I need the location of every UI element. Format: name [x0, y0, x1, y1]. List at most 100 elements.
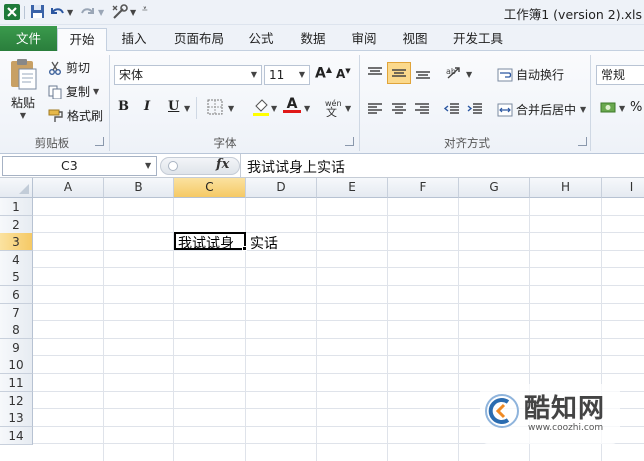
column-header-a[interactable]: A [33, 178, 104, 198]
row-header-9[interactable]: 9 [0, 339, 33, 357]
currency-format-icon[interactable] [600, 99, 616, 115]
tab-data[interactable]: 数据 [292, 28, 334, 51]
tab-page-layout[interactable]: 页面布局 [166, 28, 232, 51]
column-header-e[interactable]: E [317, 178, 388, 198]
alignment-dialog-launcher-icon[interactable] [578, 137, 587, 146]
column-header-f[interactable]: F [388, 178, 459, 198]
align-left-icon[interactable] [366, 101, 384, 117]
format-painter-button[interactable]: 格式刷 [48, 107, 103, 124]
align-right-icon[interactable] [413, 101, 431, 117]
copy-dropdown-icon[interactable]: ▼ [93, 87, 99, 96]
orientation-icon[interactable]: ab [445, 64, 465, 82]
font-color-icon[interactable]: A [283, 96, 301, 113]
redo-dropdown-icon[interactable]: ▼ [98, 8, 104, 17]
column-header-g[interactable]: G [459, 178, 530, 198]
macro-tools-icon[interactable] [111, 3, 129, 20]
row-header-3[interactable]: 3 [0, 233, 33, 251]
merge-dropdown-icon[interactable]: ▼ [580, 105, 586, 114]
copy-icon [48, 85, 62, 99]
align-bottom-icon[interactable] [414, 65, 432, 81]
insert-function-icon[interactable]: fx [216, 157, 229, 172]
currency-dropdown-icon[interactable]: ▼ [619, 104, 625, 113]
column-header-c[interactable]: C [174, 178, 246, 198]
row-header-2[interactable]: 2 [0, 216, 33, 234]
row-header-10[interactable]: 10 [0, 356, 33, 374]
formula-input[interactable]: 我试试身上实话 [247, 157, 345, 177]
tab-developer[interactable]: 开发工具 [446, 28, 510, 51]
row-header-13[interactable]: 13 [0, 409, 33, 427]
borders-dropdown-icon[interactable]: ▼ [228, 104, 234, 113]
italic-button[interactable]: I [144, 99, 150, 114]
name-box-dropdown-icon[interactable]: ▼ [145, 161, 151, 170]
font-dialog-launcher-icon[interactable] [345, 137, 354, 146]
column-header-b[interactable]: B [104, 178, 174, 198]
font-color-dropdown-icon[interactable]: ▼ [304, 104, 310, 113]
cut-button[interactable]: 剪切 [48, 59, 90, 76]
phonetic-dropdown-icon[interactable]: ▼ [345, 104, 351, 113]
phonetic-guide-icon[interactable]: wén 文 [324, 97, 344, 117]
save-icon[interactable] [30, 4, 45, 19]
fill-color-icon[interactable] [252, 97, 270, 117]
tab-view[interactable]: 视图 [394, 28, 436, 51]
increase-indent-icon[interactable] [466, 101, 484, 117]
orientation-dropdown-icon[interactable]: ▼ [466, 70, 472, 79]
wrap-text-button[interactable]: 自动换行 [497, 66, 564, 83]
paste-dropdown-icon[interactable]: ▼ [4, 111, 42, 120]
customize-quick-access-icon[interactable]: ⩡ [142, 4, 148, 15]
percent-icon[interactable]: % [630, 100, 642, 115]
fill-handle[interactable] [242, 246, 247, 251]
row-header-11[interactable]: 11 [0, 374, 33, 392]
number-format-select[interactable]: 常规 [596, 65, 644, 85]
tab-formulas[interactable]: 公式 [240, 28, 282, 51]
font-name-select[interactable]: 宋体 ▼ [114, 65, 262, 85]
font-size-dropdown-icon[interactable]: ▼ [299, 66, 305, 84]
column-header-h[interactable]: H [530, 178, 602, 198]
title-bar: ▼ ▼ ▼ ⩡ 工作簿1 (version 2).xls [0, 0, 644, 25]
column-header-i[interactable]: I [602, 178, 644, 198]
worksheet-grid[interactable]: ABCDEFGHI 1 2 3 4 5 6 7 8 9 10 11 12 13 14 我试试身 实话 酷知… [0, 178, 644, 461]
cell-c3-text: 我试试身 [178, 236, 234, 252]
align-center-icon[interactable] [390, 101, 408, 117]
paintbrush-icon [48, 109, 63, 122]
select-all-corner[interactable] [0, 178, 33, 198]
underline-button[interactable]: U [168, 99, 179, 114]
row-header-12[interactable]: 12 [0, 392, 33, 410]
borders-icon[interactable] [207, 99, 223, 115]
increase-font-size-icon[interactable]: A▲ [315, 65, 332, 82]
tab-review[interactable]: 审阅 [343, 28, 385, 51]
undo-icon[interactable] [49, 4, 65, 19]
tab-insert[interactable]: 插入 [112, 28, 156, 51]
merge-center-button[interactable]: 合并后居中 ▼ [497, 101, 586, 118]
tab-file[interactable]: 文件 [0, 26, 57, 51]
name-box[interactable]: C3 [2, 156, 157, 176]
paste-button[interactable]: 粘贴 ▼ [4, 55, 42, 120]
fill-color-dropdown-icon[interactable]: ▼ [271, 104, 277, 113]
font-size-select[interactable]: 11 ▼ [264, 65, 310, 85]
wrap-text-icon [497, 68, 513, 81]
row-header-1[interactable]: 1 [0, 198, 33, 216]
clipboard-dialog-launcher-icon[interactable] [95, 137, 104, 146]
align-middle-icon[interactable] [387, 62, 411, 84]
row-header-5[interactable]: 5 [0, 268, 33, 286]
tab-home[interactable]: 开始 [57, 28, 107, 52]
row-header-14[interactable]: 14 [0, 427, 33, 445]
redo-icon[interactable] [80, 4, 96, 19]
undo-dropdown-icon[interactable]: ▼ [67, 8, 73, 17]
row-header-7[interactable]: 7 [0, 304, 33, 322]
expand-handle-icon[interactable] [168, 161, 178, 171]
row-header-8[interactable]: 8 [0, 321, 33, 339]
bold-button[interactable]: B [118, 99, 129, 114]
coozhi-logo-icon [484, 393, 520, 429]
decrease-indent-icon[interactable] [443, 101, 461, 117]
align-top-icon[interactable] [366, 65, 384, 81]
font-size-value: 11 [269, 68, 285, 82]
excel-window: ▼ ▼ ▼ ⩡ 工作簿1 (version 2).xls 文件 开始 插入 页面… [0, 0, 644, 461]
underline-dropdown-icon[interactable]: ▼ [184, 104, 190, 113]
toolbar-customize-icon[interactable]: ▼ [130, 8, 136, 17]
row-header-6[interactable]: 6 [0, 286, 33, 304]
row-header-4[interactable]: 4 [0, 251, 33, 269]
column-header-d[interactable]: D [246, 178, 317, 198]
font-name-dropdown-icon[interactable]: ▼ [251, 66, 257, 84]
copy-button[interactable]: 复制 ▼ [48, 83, 99, 100]
decrease-font-size-icon[interactable]: A▼ [336, 67, 351, 81]
